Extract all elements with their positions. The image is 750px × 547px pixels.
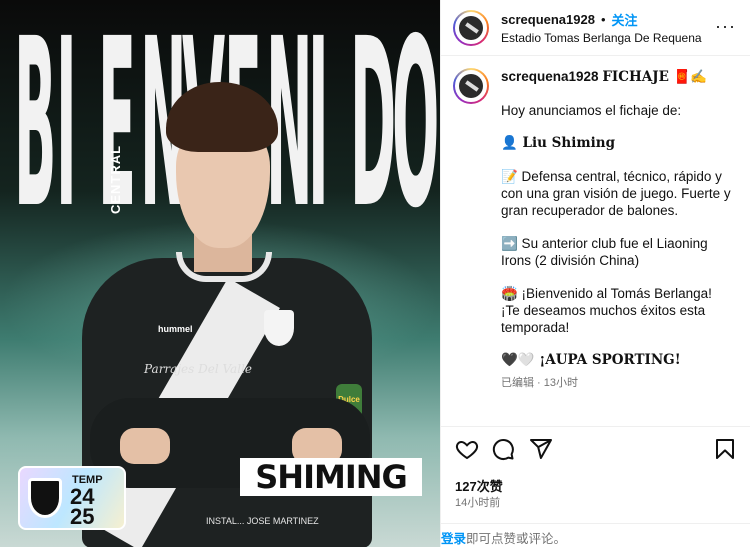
- heart-icon[interactable]: [455, 437, 479, 461]
- headline-letter: B: [14, 0, 56, 259]
- action-bar: [441, 426, 750, 470]
- login-prompt-text: 即可点赞或评论。: [466, 532, 567, 546]
- season-card: TEMP 24 25: [18, 466, 126, 530]
- club-crest-icon: [264, 310, 294, 346]
- caption-body: screquena1928 FICHAJE 🧧✍️ Hoy anunciamos…: [501, 68, 731, 392]
- avatar-image: [455, 11, 487, 44]
- post-header: screquena1928 • 关注 Estadio Tomas Berlang…: [441, 0, 750, 56]
- headline-letter: I: [56, 0, 77, 259]
- club-logo-icon: [459, 74, 483, 98]
- headline-letter: O: [392, 0, 439, 259]
- caption-title-row: screquena1928 FICHAJE 🧧✍️: [501, 68, 731, 86]
- left-hand: [120, 428, 170, 464]
- season-year-end: 25: [70, 504, 95, 529]
- caption-previous-club: ➡️ Su anterior club fue el Liaoning Iron…: [501, 236, 708, 268]
- club-logo-icon: [459, 15, 483, 40]
- follow-button[interactable]: 关注: [612, 10, 638, 29]
- avatar[interactable]: [453, 68, 489, 104]
- jersey-brand: hummel: [158, 324, 193, 334]
- position-label: CENTRAL: [108, 144, 123, 214]
- separator-dot: •: [600, 12, 606, 27]
- caption-username-link[interactable]: screquena1928: [501, 69, 599, 84]
- header-text: screquena1928 • 关注 Estadio Tomas Berlang…: [501, 10, 705, 45]
- post-view: B I E N V E N I D O hummel Parrajes Del …: [0, 0, 750, 547]
- post-side-panel: screquena1928 • 关注 Estadio Tomas Berlang…: [440, 0, 750, 547]
- header-row: screquena1928 • 关注: [501, 10, 705, 29]
- caption-title: FICHAJE 🧧✍️: [602, 69, 708, 85]
- bookmark-icon[interactable]: [713, 437, 737, 461]
- jersey-sponsor: Parrajes Del Valle: [144, 362, 252, 376]
- avatar[interactable]: [453, 9, 489, 46]
- jersey-sponsor-bottom: INSTAL... JOSE MARTINEZ: [206, 516, 319, 526]
- player-hair: [166, 82, 278, 152]
- more-icon[interactable]: ···: [715, 16, 736, 37]
- caption-player-name: 👤 Liu Shiming: [501, 135, 616, 151]
- post-image[interactable]: B I E N V E N I D O hummel Parrajes Del …: [0, 0, 440, 547]
- caption-meta: 已编辑 · 13小时: [501, 377, 579, 389]
- caption-welcome: 🏟️ ¡Bienvenido al Tomás Berlanga! ¡Te de…: [501, 286, 712, 335]
- share-icon[interactable]: [529, 437, 553, 461]
- post-caption: screquena1928 FICHAJE 🧧✍️ Hoy anunciamos…: [453, 68, 743, 392]
- avatar-image: [455, 70, 487, 102]
- login-link[interactable]: 登录: [441, 532, 466, 546]
- post-timestamp[interactable]: 14小时前: [455, 494, 500, 510]
- caption-description: 📝 Defensa central, técnico, rápido y con…: [501, 169, 731, 218]
- club-crest-icon: [28, 478, 62, 518]
- location-link[interactable]: Estadio Tomas Berlanga De Requena: [501, 31, 705, 45]
- player-name-plate: SHIMING: [240, 458, 422, 496]
- likes-count[interactable]: 127次赞: [455, 476, 503, 495]
- login-prompt: 登录即可点赞或评论。: [441, 523, 750, 547]
- comment-icon[interactable]: [491, 437, 515, 461]
- username-link[interactable]: screquena1928: [501, 12, 595, 27]
- caption-aupa: 🖤🤍 ¡AUPA SPORTING!: [501, 352, 681, 368]
- caption-intro: Hoy anunciamos el fichaje de:: [501, 103, 682, 118]
